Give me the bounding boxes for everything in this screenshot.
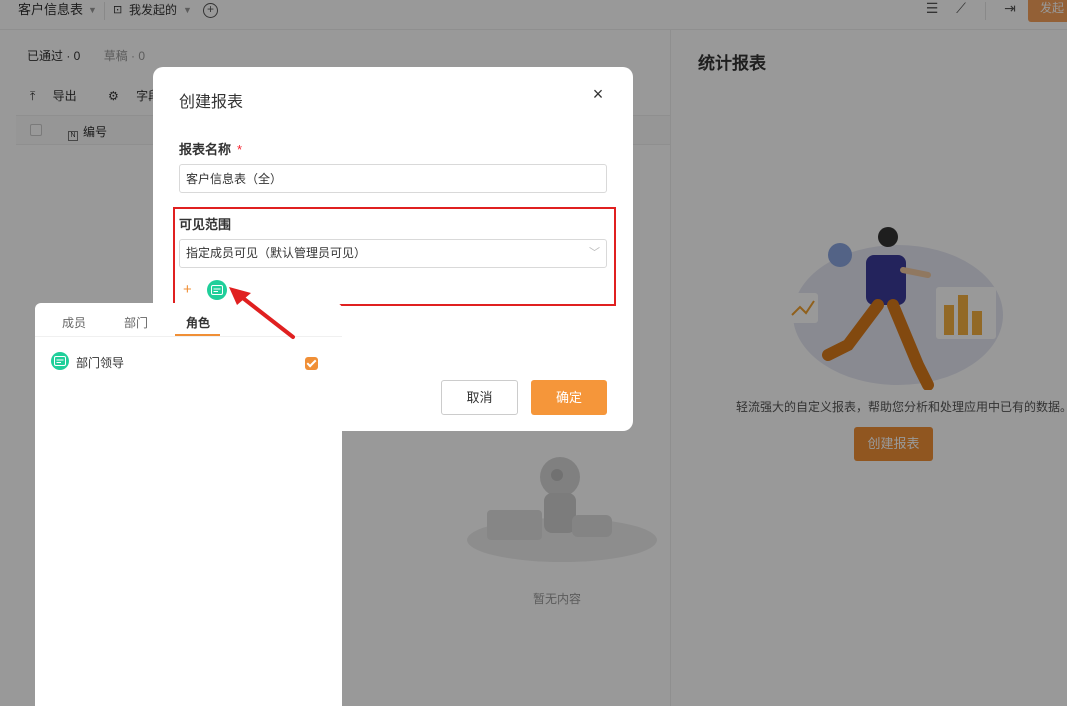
- close-icon[interactable]: ×: [589, 85, 607, 103]
- tab-members[interactable]: 成员: [62, 314, 86, 331]
- confirm-button[interactable]: 确定: [531, 380, 607, 415]
- tab-departments[interactable]: 部门: [124, 314, 148, 331]
- annotation-arrow: [229, 287, 295, 339]
- role-item-label[interactable]: 部门领导: [76, 354, 124, 371]
- required-mark: *: [237, 142, 243, 157]
- member-picker-popover: 成员 部门 角色 部门领导: [35, 303, 342, 706]
- tab-roles[interactable]: 角色: [186, 314, 210, 331]
- report-name-input[interactable]: [179, 164, 607, 193]
- role-icon: [51, 352, 69, 370]
- report-name-label: 报表名称 *: [179, 142, 243, 157]
- dialog-title: 创建报表: [179, 94, 244, 111]
- cancel-button[interactable]: 取消: [441, 380, 518, 415]
- role-item-checkbox[interactable]: [305, 357, 318, 370]
